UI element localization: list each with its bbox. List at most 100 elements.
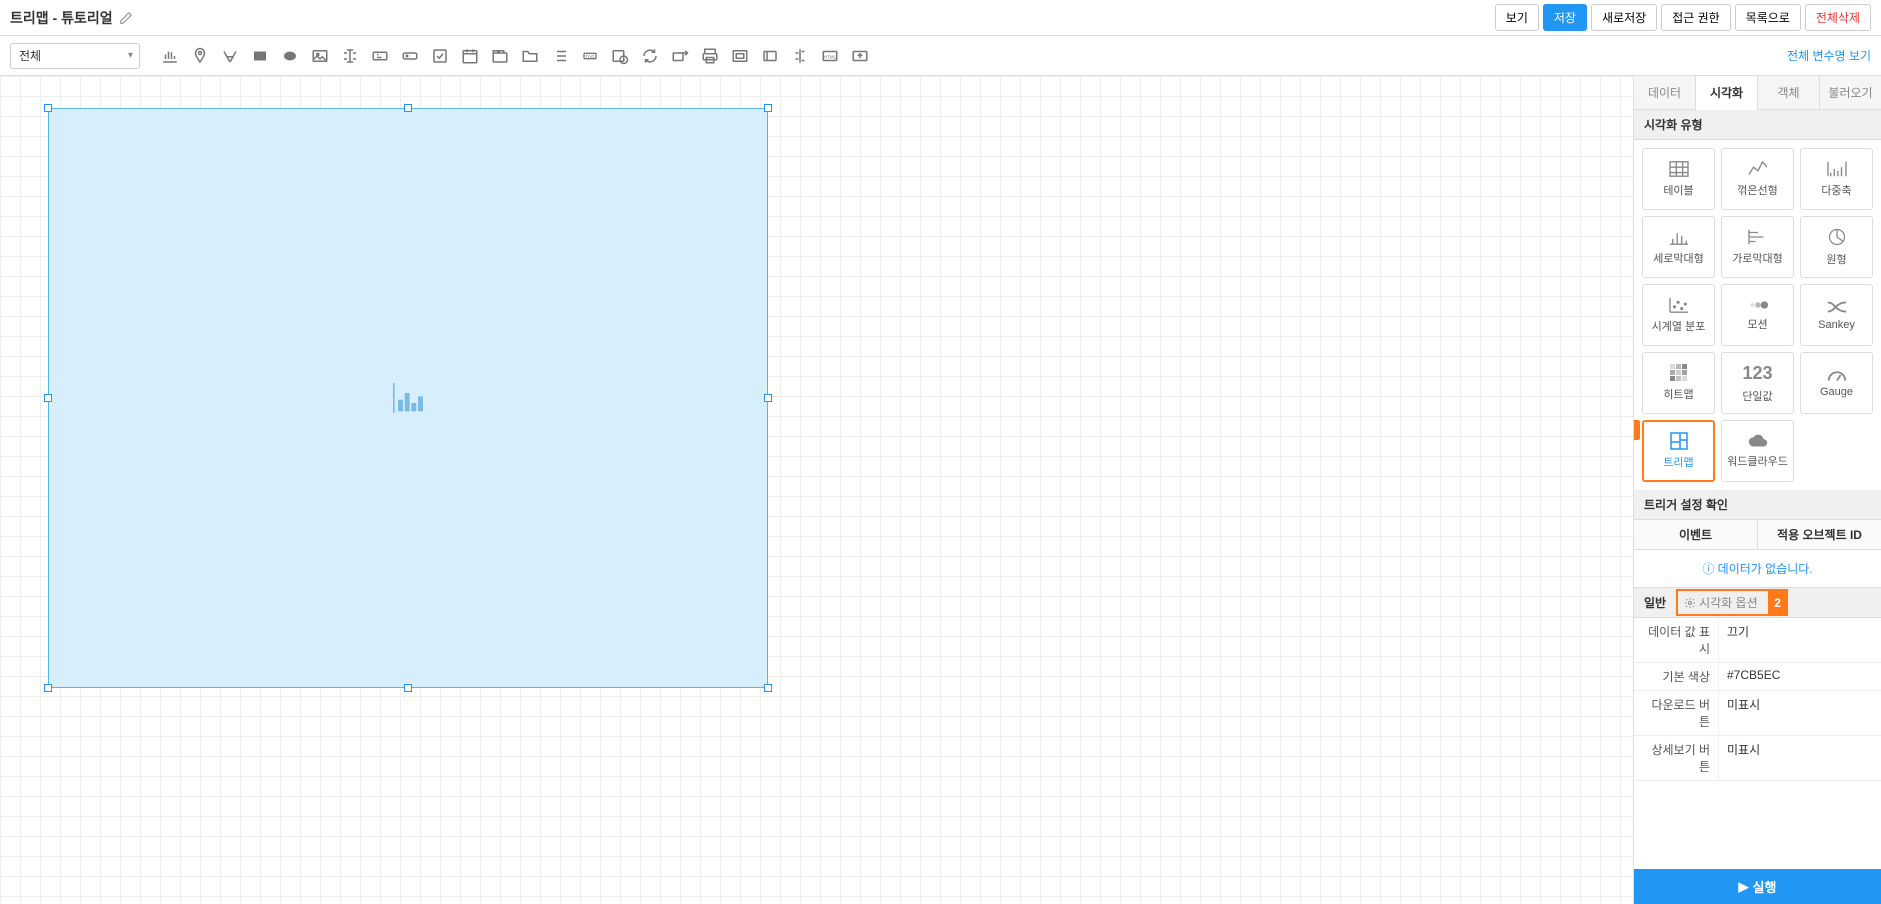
print-icon[interactable] <box>700 46 720 66</box>
viz-line[interactable]: 꺾은선형 <box>1721 148 1794 210</box>
gauge-icon <box>1826 368 1848 382</box>
prop-base-color: 기본 색상 #7CB5EC <box>1634 663 1881 691</box>
vbar-icon <box>1668 228 1690 246</box>
trigger-empty: ⓘ 데이터가 없습니다. <box>1634 550 1881 587</box>
number-icon: 123 <box>1742 363 1772 384</box>
trigger-table: 이벤트 적용 오브젝트 ID ⓘ 데이터가 없습니다. <box>1634 520 1881 588</box>
viz-table[interactable]: 테이블 <box>1642 148 1715 210</box>
svg-text:TAG: TAG <box>585 54 595 59</box>
viz-type-header: 시각화 유형 <box>1634 110 1881 140</box>
permission-button[interactable]: 접근 권한 <box>1661 4 1731 31</box>
resize-handle-ml[interactable] <box>44 394 52 402</box>
callout-1: 1 <box>1633 420 1640 440</box>
cloud-icon <box>1747 433 1769 449</box>
tab-object[interactable]: 객체 <box>1758 76 1820 109</box>
viz-wordcloud[interactable]: 워드클라우드 <box>1721 420 1794 482</box>
canvas-area[interactable] <box>0 76 1633 904</box>
general-section: 일반 시각화 옵션 2 <box>1634 588 1881 618</box>
ellipse-icon[interactable] <box>280 46 300 66</box>
line-chart-icon <box>1747 160 1769 178</box>
hbar-icon <box>1747 228 1769 246</box>
save-as-button[interactable]: 새로저장 <box>1591 4 1657 31</box>
image-icon[interactable] <box>310 46 330 66</box>
pie-icon <box>1827 227 1847 247</box>
tab-viz[interactable]: 시각화 <box>1696 76 1758 110</box>
prop-download: 다운로드 버튼 미표시 <box>1634 691 1881 736</box>
resize-handle-bm[interactable] <box>404 684 412 692</box>
checkbox-icon[interactable] <box>430 46 450 66</box>
tag-icon[interactable]: TAG <box>580 46 600 66</box>
refresh-icon[interactable] <box>640 46 660 66</box>
run-button[interactable]: ▶ 실행 <box>1634 869 1881 904</box>
page-title: 트리맵 - 튜토리얼 <box>10 8 113 28</box>
resize-handle-br[interactable] <box>764 684 772 692</box>
viz-single[interactable]: 123단일값 <box>1721 352 1794 414</box>
align-icon[interactable] <box>790 46 810 66</box>
trigger-head: 이벤트 적용 오브젝트 ID <box>1634 520 1881 550</box>
resize-handle-tl[interactable] <box>44 104 52 112</box>
viz-pie[interactable]: 원형 <box>1800 216 1873 278</box>
viz-motion[interactable]: 모션 <box>1721 284 1794 346</box>
save-button[interactable]: 저장 <box>1543 4 1587 31</box>
info-icon: ⓘ <box>1702 562 1717 576</box>
viz-heatmap[interactable]: 히트맵 <box>1642 352 1715 414</box>
viz-multiaxis[interactable]: 다중축 <box>1800 148 1873 210</box>
viz-hbar[interactable]: 가로막대형 <box>1721 216 1794 278</box>
show-vars-link[interactable]: 전체 변수명 보기 <box>1787 47 1871 64</box>
viz-sankey[interactable]: Sankey <box>1800 284 1873 346</box>
html-icon[interactable]: HTML <box>820 46 840 66</box>
treemap-icon <box>1670 432 1688 450</box>
schedule-icon[interactable] <box>610 46 630 66</box>
motion-icon <box>1747 298 1769 312</box>
resize-handle-mr[interactable] <box>764 394 772 402</box>
main: 데이터 시각화 객체 불러오기 시각화 유형 테이블 꺾은선형 다중축 세로막대… <box>0 76 1881 904</box>
tab-data[interactable]: 데이터 <box>1634 76 1696 109</box>
multi-axis-icon <box>1826 160 1848 178</box>
resize-handle-tm[interactable] <box>404 104 412 112</box>
rect-icon[interactable] <box>250 46 270 66</box>
calendar-icon[interactable] <box>460 46 480 66</box>
pencil-icon[interactable] <box>119 11 133 25</box>
col-event: 이벤트 <box>1634 520 1758 549</box>
delete-all-button[interactable]: 전체삭제 <box>1805 4 1871 31</box>
top-buttons: 보기 저장 새로저장 접근 권한 목록으로 전체삭제 <box>1495 4 1871 31</box>
view-button[interactable]: 보기 <box>1495 4 1539 31</box>
input-icon[interactable] <box>340 46 360 66</box>
resize-handle-bl[interactable] <box>44 684 52 692</box>
list-icon[interactable] <box>550 46 570 66</box>
viz-timeseries[interactable]: 시계열 분포 <box>1642 284 1715 346</box>
viz-treemap[interactable]: 1 트리맵 <box>1642 420 1715 482</box>
callout-2: 2 <box>1768 589 1788 616</box>
gear-icon <box>1684 597 1696 609</box>
button-icon[interactable] <box>400 46 420 66</box>
viz-gauge[interactable]: Gauge <box>1800 352 1873 414</box>
viz-vbar[interactable]: 세로막대형 <box>1642 216 1715 278</box>
play-icon: ▶ <box>1739 879 1749 895</box>
panel-tabs: 데이터 시각화 객체 불러오기 <box>1634 76 1881 110</box>
col-object-id: 적용 오브젝트 ID <box>1758 520 1881 549</box>
scope-dropdown[interactable]: 전체 <box>10 43 140 69</box>
tabs-icon[interactable] <box>490 46 510 66</box>
container-icon[interactable] <box>730 46 750 66</box>
folder-icon[interactable] <box>520 46 540 66</box>
tab-load[interactable]: 불러오기 <box>1820 76 1881 109</box>
to-list-button[interactable]: 목록으로 <box>1735 4 1801 31</box>
sankey-icon <box>1826 299 1848 315</box>
bar-chart-icon[interactable] <box>160 46 180 66</box>
text-icon[interactable] <box>220 46 240 66</box>
scatter-icon <box>1668 296 1690 314</box>
viz-option-button[interactable]: 시각화 옵션 2 <box>1676 589 1788 616</box>
prop-data-label: 데이터 값 표시 끄기 <box>1634 618 1881 663</box>
tool-icons: TAG HTML <box>160 46 870 66</box>
trigger-header: 트리거 설정 확인 <box>1634 490 1881 520</box>
prop-detail: 상세보기 버튼 미표시 <box>1634 736 1881 781</box>
table-icon <box>1668 160 1690 178</box>
upload-icon[interactable] <box>850 46 870 66</box>
textbox-icon[interactable] <box>370 46 390 66</box>
map-pin-icon[interactable] <box>190 46 210 66</box>
selected-widget[interactable] <box>48 108 768 688</box>
export-icon[interactable] <box>670 46 690 66</box>
resize-handle-tr[interactable] <box>764 104 772 112</box>
frame-icon[interactable] <box>760 46 780 66</box>
viz-grid: 테이블 꺾은선형 다중축 세로막대형 가로막대형 원형 시계열 분포 모션 Sa… <box>1634 140 1881 490</box>
